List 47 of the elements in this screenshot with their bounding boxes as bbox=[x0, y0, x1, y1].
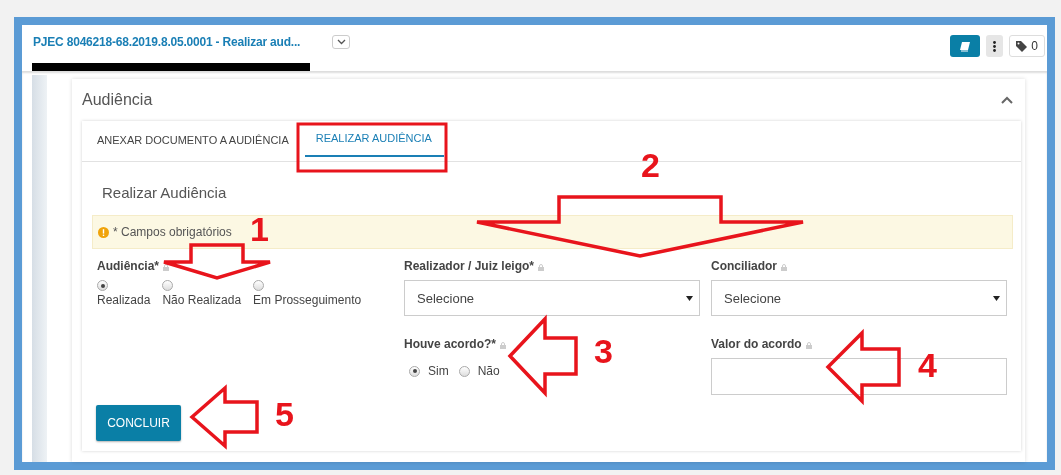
radio-button[interactable] bbox=[458, 365, 470, 377]
radio-button[interactable] bbox=[97, 280, 108, 291]
field-label: Conciliador bbox=[711, 259, 777, 273]
chevron-down-icon bbox=[336, 39, 346, 45]
callout-number: 1 bbox=[250, 212, 269, 246]
form-title: Realizar Audiência bbox=[102, 184, 227, 203]
left-arrow bbox=[189, 384, 259, 450]
radio-option[interactable]: Sim bbox=[409, 364, 449, 378]
radio-button[interactable] bbox=[162, 280, 174, 291]
lock-icon bbox=[163, 263, 169, 271]
chevron-up-icon bbox=[1001, 96, 1013, 104]
select-field[interactable]: Selecione bbox=[711, 280, 1007, 316]
caret-icon bbox=[686, 295, 693, 301]
kebab-icon bbox=[993, 40, 997, 52]
process-title[interactable]: PJEC 8046218-68.2019.8.05.0001 - Realizar aud... bbox=[33, 35, 301, 49]
lock-icon bbox=[781, 263, 787, 271]
alert-text: * Campos obrigatórios bbox=[113, 225, 232, 239]
more-button[interactable] bbox=[986, 35, 1004, 57]
tag-icon bbox=[1016, 40, 1028, 52]
callout-number: 5 bbox=[275, 397, 294, 431]
radio-option[interactable]: Não bbox=[458, 364, 500, 378]
callout-number: 3 bbox=[594, 334, 613, 368]
caret-icon bbox=[993, 295, 1000, 301]
panel-title: Audiência bbox=[82, 91, 153, 109]
callout-number: 4 bbox=[918, 348, 937, 382]
book-button[interactable] bbox=[950, 35, 981, 57]
submit-button[interactable]: CONCLUIR bbox=[96, 405, 181, 441]
tab[interactable]: REALIZAR AUDIÊNCIA bbox=[304, 121, 444, 157]
field-label: Audiência* bbox=[97, 259, 159, 273]
radio-button[interactable] bbox=[409, 365, 420, 377]
field-label: Houve acordo?* bbox=[404, 337, 496, 351]
radio-option[interactable]: Em Prosseguimento bbox=[253, 280, 362, 307]
dropdown-button[interactable] bbox=[332, 35, 351, 49]
lock-icon bbox=[500, 341, 506, 349]
select-field[interactable]: Selecione bbox=[404, 280, 700, 316]
tab[interactable]: ANEXAR DOCUMENTO A AUDIÊNCIA bbox=[97, 121, 299, 161]
radio-option[interactable]: Não Realizada bbox=[162, 280, 242, 307]
radio-option[interactable]: Realizada bbox=[97, 280, 151, 307]
lock-icon bbox=[538, 263, 545, 271]
callout-number: 2 bbox=[641, 148, 660, 182]
field-label: Valor do acordo bbox=[711, 337, 802, 351]
book-icon bbox=[959, 40, 972, 52]
field-label: Realizador / Juiz leigo* bbox=[404, 259, 535, 273]
tag-button[interactable]: 0 bbox=[1009, 35, 1045, 57]
radio-button[interactable] bbox=[253, 280, 265, 291]
warning-icon bbox=[98, 226, 109, 238]
lock-icon bbox=[805, 341, 812, 349]
